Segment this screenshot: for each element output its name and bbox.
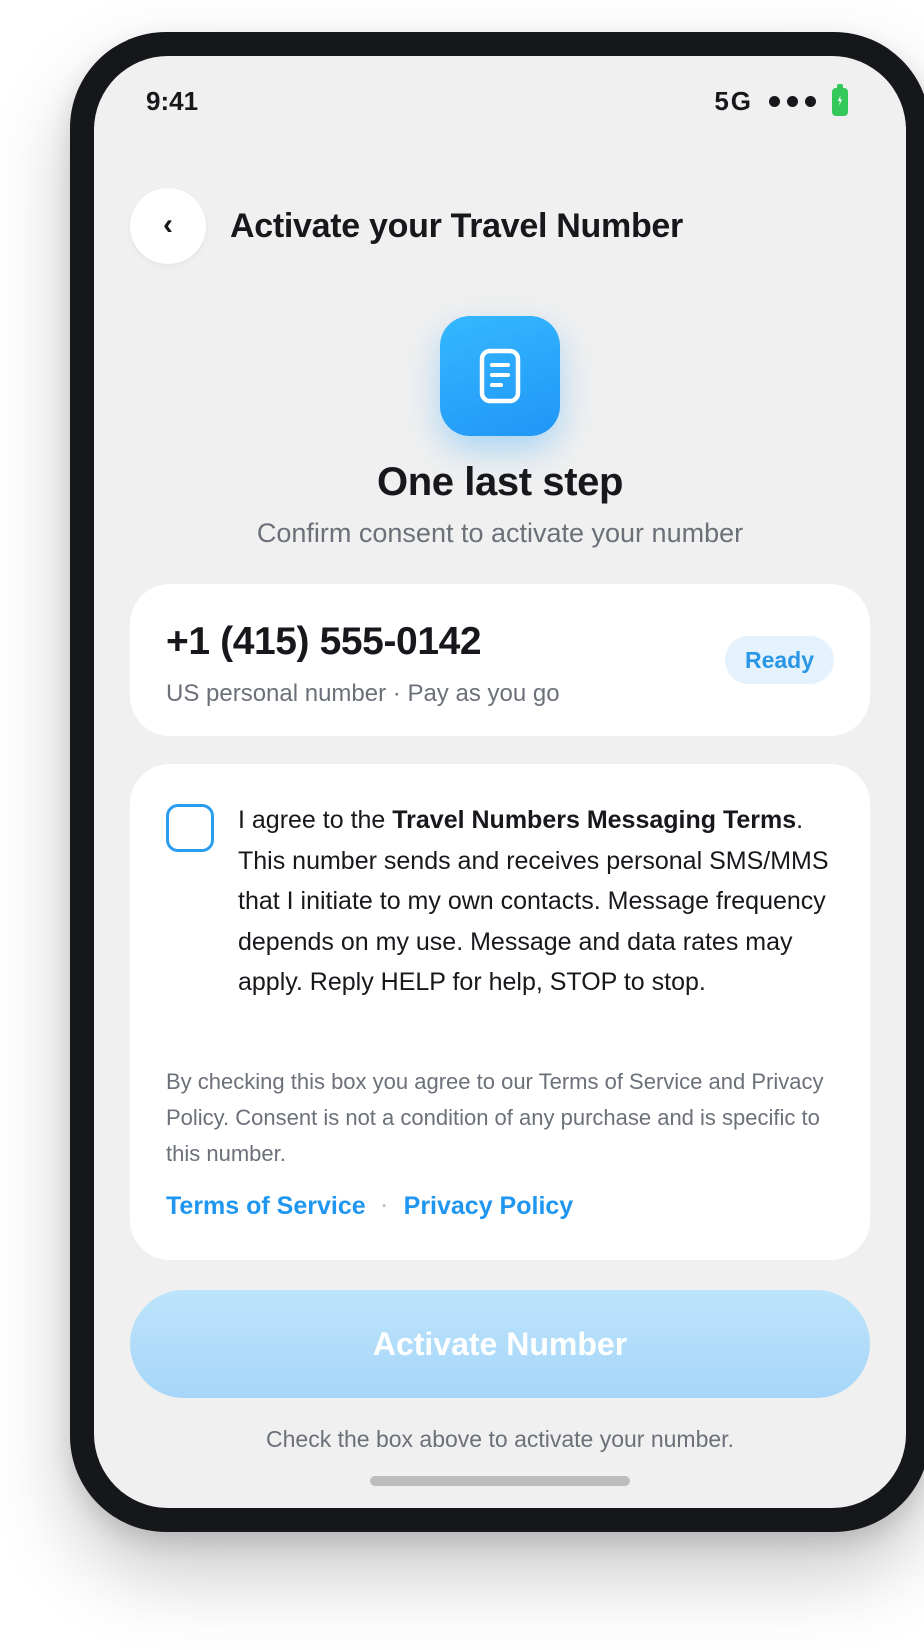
privacy-policy-link[interactable]: Privacy Policy bbox=[404, 1192, 574, 1221]
signal-dots-icon bbox=[769, 96, 816, 107]
status-indicators: 5G bbox=[714, 83, 848, 117]
number-card: +1 (415) 555-0142 US personal number · P… bbox=[130, 584, 870, 736]
status-bar: 9:41 5G bbox=[94, 56, 906, 152]
consent-fineprint: By checking this box you agree to our Te… bbox=[166, 1069, 824, 1166]
phone-frame: 9:41 5G ‹ Activate your Travel Number On… bbox=[70, 32, 924, 1532]
consent-text-prefix: I agree to the bbox=[238, 806, 393, 834]
battery-charging-icon bbox=[832, 83, 848, 116]
consent-text-suffix: . This number sends and receives persona… bbox=[238, 806, 829, 996]
hero-title: One last step bbox=[377, 460, 623, 504]
consent-card: I agree to the Travel Numbers Messaging … bbox=[130, 764, 870, 1260]
document-icon bbox=[440, 316, 560, 436]
helper-text: Check the box above to activate your num… bbox=[266, 1426, 734, 1452]
home-indicator[interactable] bbox=[370, 1476, 630, 1486]
messaging-terms-name: Travel Numbers Messaging Terms bbox=[392, 806, 797, 834]
phone-screen: 9:41 5G ‹ Activate your Travel Number On… bbox=[94, 56, 906, 1508]
legal-links: Terms of Service · Privacy Policy bbox=[166, 1192, 573, 1221]
number-description: US personal number · Pay as you go bbox=[166, 680, 560, 707]
back-button[interactable]: ‹ bbox=[130, 188, 206, 264]
chevron-left-icon: ‹ bbox=[163, 208, 173, 241]
link-separator: · bbox=[381, 1196, 388, 1216]
consent-checkbox[interactable] bbox=[166, 804, 214, 852]
terms-of-service-link[interactable]: Terms of Service bbox=[166, 1192, 366, 1221]
activate-number-button[interactable]: Activate Number bbox=[130, 1290, 870, 1398]
network-label: 5G bbox=[714, 86, 753, 116]
status-badge: Ready bbox=[724, 636, 834, 684]
consent-text[interactable]: I agree to the Travel Numbers Messaging … bbox=[238, 800, 840, 1003]
phone-number: +1 (415) 555-0142 bbox=[166, 620, 482, 663]
page-title: Activate your Travel Number bbox=[230, 206, 683, 245]
status-time: 9:41 bbox=[146, 86, 199, 116]
header: ‹ Activate your Travel Number bbox=[130, 188, 870, 264]
hero-subtitle: Confirm consent to activate your number bbox=[256, 518, 744, 548]
